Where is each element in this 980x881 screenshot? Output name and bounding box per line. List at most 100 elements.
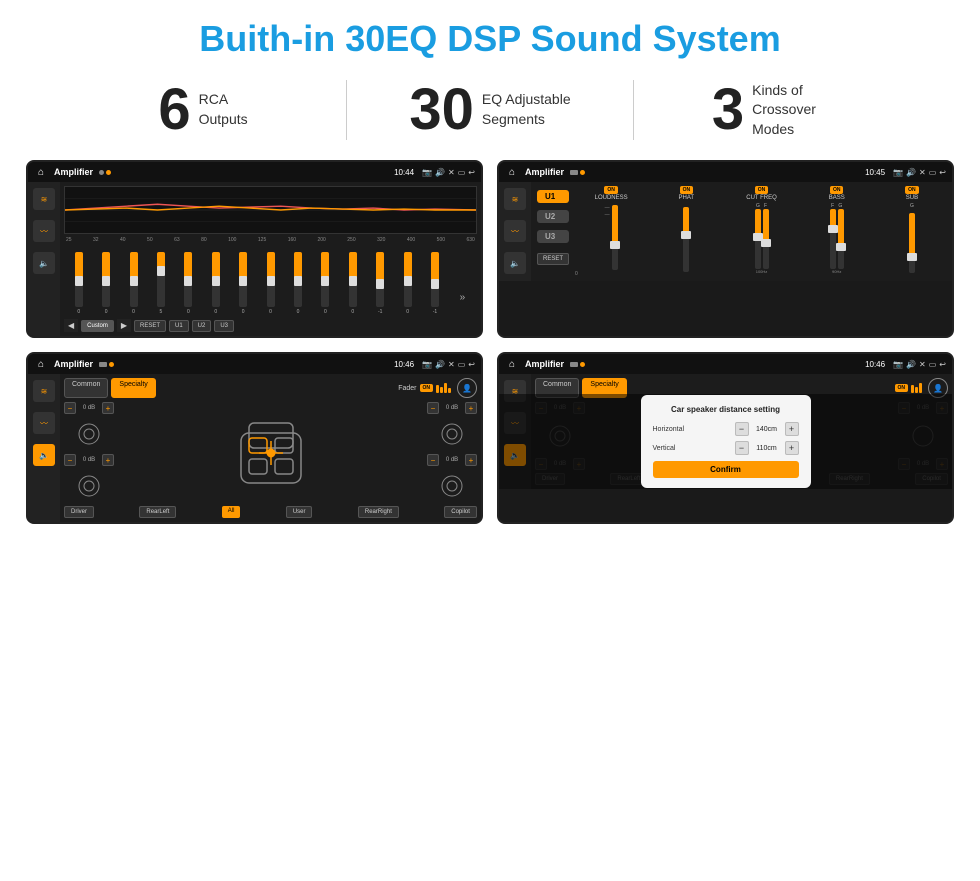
rearright-btn-3[interactable]: RearRight [358, 506, 399, 518]
eq-slider-9[interactable]: 0 [313, 252, 338, 315]
plus-btn-l1[interactable]: + [102, 402, 114, 414]
eq-slider-10[interactable]: 0 [340, 252, 365, 315]
eq-slider-8[interactable]: 0 [285, 252, 310, 315]
driver-btn-3[interactable]: Driver [64, 506, 94, 518]
icons-right-2: 📷 🔊 ✕ ▭ ↩ [893, 168, 946, 177]
stat-eq: 30 EQ Adjustable Segments [347, 81, 633, 139]
eq-slider-5[interactable]: 0 [203, 252, 228, 315]
home-icon-1: ⌂ [34, 165, 48, 179]
vertical-plus-btn[interactable]: + [785, 441, 799, 455]
eq-slider-1[interactable]: 0 [93, 252, 118, 315]
left-sidebar-2: ≋ 〰 🔈 [499, 182, 531, 281]
eq-labels: 25 32 40 50 63 80 100 125 160 200 250 32… [64, 237, 477, 243]
speaker-icon-3[interactable]: 🔈 [33, 444, 55, 466]
car-diagram [118, 402, 423, 503]
all-btn-3[interactable]: All [222, 506, 241, 518]
close-icon-2: ✕ [919, 168, 926, 177]
eq-slider-12[interactable]: 0 [395, 252, 420, 315]
eq-slider-11[interactable]: -1 [367, 252, 392, 315]
custom-button[interactable]: Custom [81, 320, 114, 332]
eq-slider-4[interactable]: 0 [176, 252, 201, 315]
speaker-content: Common Specialty Fader ON 👤 [60, 374, 481, 522]
speaker-icon-1[interactable]: 🔈 [33, 252, 55, 274]
dot-2b [580, 170, 585, 175]
db-controls-left: − 0 dB + − 0 dB [64, 402, 114, 503]
play-button[interactable]: ▶ [117, 319, 131, 332]
speaker-bottom-btns-3: Driver RearLeft All User RearRight Copil… [64, 506, 477, 518]
vertical-minus-btn[interactable]: − [735, 441, 749, 455]
eq-slider-0[interactable]: 0 [66, 252, 91, 315]
plus-btn-r2[interactable]: + [465, 454, 477, 466]
horizontal-minus-btn[interactable]: − [735, 422, 749, 436]
fader-on-3: ON [420, 384, 434, 392]
eq-label-3: 50 [147, 237, 153, 243]
user-btn-3[interactable]: User [286, 506, 313, 518]
u3-button-2[interactable]: U3 [537, 230, 569, 243]
status-dots-3 [99, 362, 114, 367]
dot-2a [570, 170, 578, 175]
speaker-dot-r1 [437, 419, 467, 449]
home-icon-2: ⌂ [505, 165, 519, 179]
eq-slider-7[interactable]: 0 [258, 252, 283, 315]
eq-slider-2[interactable]: 0 [121, 252, 146, 315]
confirm-button[interactable]: Confirm [653, 461, 799, 478]
status-bar-3: ⌂ Amplifier 10:46 📷 🔊 ✕ ▭ ↩ [28, 354, 481, 374]
prev-button[interactable]: ◀ [64, 319, 78, 332]
minus-btn-r1[interactable]: − [427, 402, 439, 414]
horizontal-plus-btn[interactable]: + [785, 422, 799, 436]
dot-4a [570, 362, 578, 367]
horizontal-control: − 140cm + [735, 422, 799, 436]
u3-button-1[interactable]: U3 [214, 320, 234, 332]
left-sidebar-3: ≋ 〰 🔈 [28, 374, 60, 522]
eq-label-5: 80 [201, 237, 207, 243]
eq-icon-1[interactable]: ≋ [33, 188, 55, 210]
reset-button-1[interactable]: RESET [134, 320, 166, 332]
db-row-right-1: − 0 dB + [427, 402, 477, 414]
screen-speaker: ⌂ Amplifier 10:46 📷 🔊 ✕ ▭ ↩ ≋ 〰 🔈 [26, 352, 483, 524]
page-title: Buith-in 30EQ DSP Sound System [0, 0, 980, 70]
wave-icon-2[interactable]: 〰 [504, 220, 526, 242]
fader-bars-3 [436, 383, 451, 393]
u1-button-2[interactable]: U1 [537, 190, 569, 203]
volume-icon-1: 🔊 [435, 168, 445, 177]
eq-label-0: 25 [66, 237, 72, 243]
status-bar-1: ⌂ Amplifier 10:44 📷 🔊 ✕ ▭ ↩ [28, 162, 481, 182]
eq-label-10: 250 [347, 237, 355, 243]
eq-icon-2[interactable]: ≋ [504, 188, 526, 210]
stats-row: 6 RCA Outputs 30 EQ Adjustable Segments … [0, 70, 980, 152]
wave-icon-3[interactable]: 〰 [33, 412, 55, 434]
home-icon-3: ⌂ [34, 357, 48, 371]
screen-body-2: ≋ 〰 🔈 U1 U2 U3 RESET ON L [499, 182, 952, 281]
stat-number-crossover: 3 [712, 81, 744, 139]
plus-btn-l2[interactable]: + [102, 454, 114, 466]
eq-icon-3[interactable]: ≋ [33, 380, 55, 402]
eq-slider-6[interactable]: 0 [230, 252, 255, 315]
minus-btn-l1[interactable]: − [64, 402, 76, 414]
wave-icon-1[interactable]: 〰 [33, 220, 55, 242]
tab-specialty-3[interactable]: Specialty [111, 378, 155, 398]
person-icon-4: 👤 [933, 384, 943, 393]
u2-button-1[interactable]: U2 [192, 320, 212, 332]
minus-btn-l2[interactable]: − [64, 454, 76, 466]
eq-slider-more[interactable]: » [450, 292, 475, 315]
vertical-value: 110cm [752, 445, 782, 452]
u2-button-2[interactable]: U2 [537, 210, 569, 223]
tab-common-3[interactable]: Common [64, 378, 108, 398]
eq-slider-3[interactable]: 5 [148, 252, 173, 315]
speaker-icon-2[interactable]: 🔈 [504, 252, 526, 274]
reset-button-2[interactable]: RESET [537, 253, 569, 265]
eq-slider-13[interactable]: -1 [422, 252, 447, 315]
distance-dialog: Car speaker distance setting Horizontal … [641, 395, 811, 488]
rearleft-btn-3[interactable]: RearLeft [139, 506, 176, 518]
eq-content: 25 32 40 50 63 80 100 125 160 200 250 32… [60, 182, 481, 336]
status-dots-2 [570, 170, 585, 175]
eq-label-11: 320 [377, 237, 385, 243]
minus-btn-r2[interactable]: − [427, 454, 439, 466]
u1-button-1[interactable]: U1 [169, 320, 189, 332]
copilot-btn-3[interactable]: Copilot [444, 506, 477, 518]
app-name-1: Amplifier [54, 167, 93, 177]
stat-desc-crossover: Kinds of Crossover Modes [752, 81, 842, 140]
home-icon-4: ⌂ [505, 357, 519, 371]
plus-btn-r1[interactable]: + [465, 402, 477, 414]
back-icon-4: ↩ [939, 360, 946, 369]
